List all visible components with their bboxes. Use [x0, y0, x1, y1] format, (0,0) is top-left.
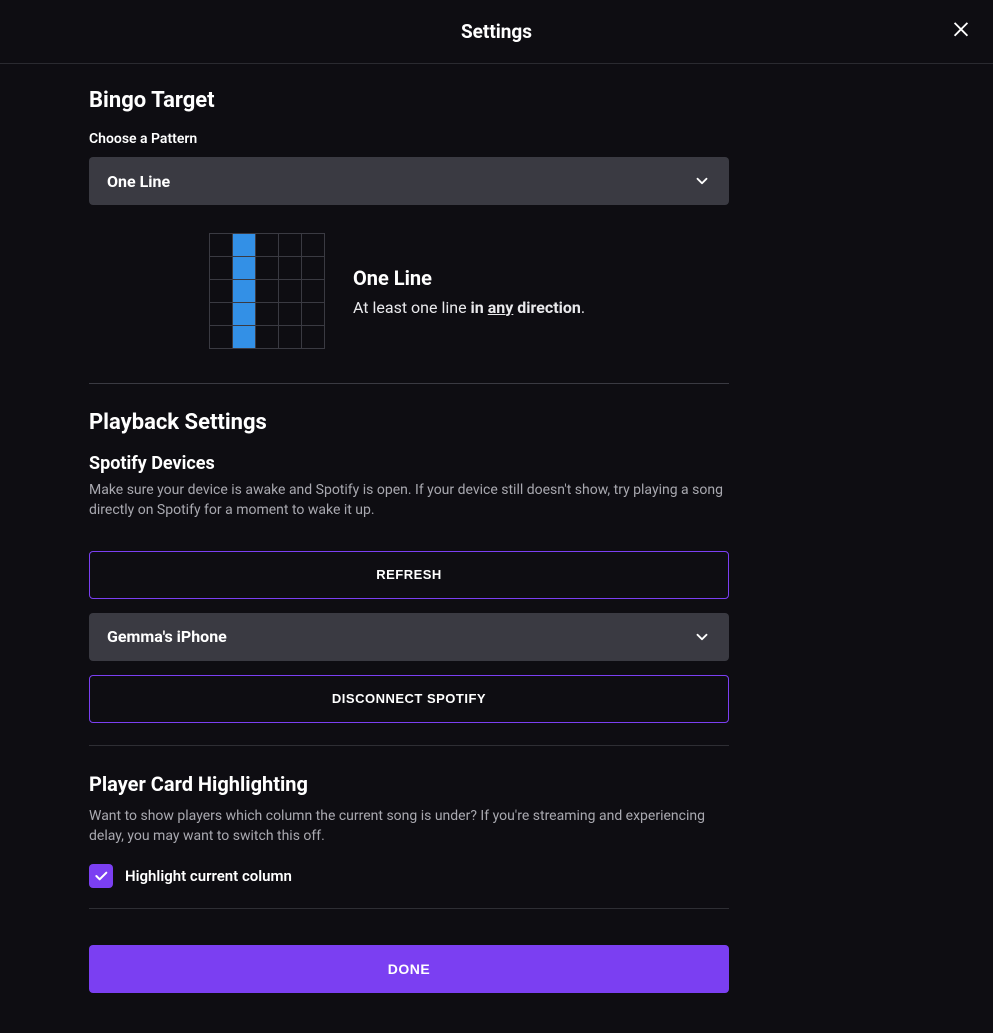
- pattern-cell: [210, 234, 232, 256]
- close-icon: [950, 17, 972, 39]
- spotify-devices-title: Spotify Devices: [89, 453, 729, 474]
- pattern-cell: [256, 326, 278, 348]
- highlight-checkbox-label: Highlight current column: [125, 867, 292, 885]
- modal-content: Bingo Target Choose a Pattern One Line O…: [0, 64, 993, 1033]
- pattern-cell: [279, 303, 301, 325]
- pattern-select[interactable]: One Line: [89, 157, 729, 205]
- pattern-select-value: One Line: [107, 172, 170, 191]
- pattern-cell: [279, 326, 301, 348]
- pattern-cell: [302, 234, 324, 256]
- pattern-preview-row: One Line At least one line in any direct…: [209, 233, 729, 349]
- pattern-cell: [279, 280, 301, 302]
- pattern-cell: [233, 257, 255, 279]
- pattern-cell: [302, 326, 324, 348]
- pattern-description: At least one line in any direction.: [353, 298, 585, 317]
- playback-settings-title: Playback Settings: [89, 410, 729, 435]
- pattern-cell: [256, 303, 278, 325]
- pattern-text: One Line At least one line in any direct…: [353, 266, 585, 317]
- divider: [89, 383, 729, 384]
- pattern-cell: [279, 257, 301, 279]
- pattern-cell: [256, 257, 278, 279]
- pattern-cell: [210, 257, 232, 279]
- player-card-highlighting-desc: Want to show players which column the cu…: [89, 806, 729, 847]
- pattern-cell: [302, 280, 324, 302]
- player-card-highlighting-title: Player Card Highlighting: [89, 772, 729, 796]
- chevron-down-icon: [693, 628, 711, 646]
- spotify-devices-help: Make sure your device is awake and Spoti…: [89, 480, 729, 521]
- pattern-label: Choose a Pattern: [89, 131, 729, 147]
- pattern-cell: [233, 234, 255, 256]
- device-select[interactable]: Gemma's iPhone: [89, 613, 729, 661]
- pattern-cell: [302, 257, 324, 279]
- pattern-grid: [209, 233, 325, 349]
- device-select-value: Gemma's iPhone: [107, 627, 227, 646]
- pattern-cell: [233, 280, 255, 302]
- pattern-cell: [256, 234, 278, 256]
- modal-title: Settings: [461, 20, 532, 43]
- pattern-cell: [302, 303, 324, 325]
- highlight-checkbox-row: Highlight current column: [89, 864, 729, 888]
- bingo-target-title: Bingo Target: [89, 88, 729, 113]
- refresh-button[interactable]: REFRESH: [89, 551, 729, 599]
- pattern-cell: [210, 326, 232, 348]
- divider: [89, 908, 729, 909]
- done-button[interactable]: DONE: [89, 945, 729, 993]
- divider: [89, 745, 729, 746]
- chevron-down-icon: [693, 172, 711, 190]
- pattern-cell: [233, 303, 255, 325]
- check-icon: [93, 868, 109, 884]
- disconnect-spotify-button[interactable]: DISCONNECT SPOTIFY: [89, 675, 729, 723]
- pattern-cell: [256, 280, 278, 302]
- pattern-cell: [210, 280, 232, 302]
- highlight-checkbox[interactable]: [89, 864, 113, 888]
- pattern-cell: [210, 303, 232, 325]
- pattern-cell: [233, 326, 255, 348]
- pattern-name: One Line: [353, 266, 585, 290]
- close-button[interactable]: [947, 14, 975, 42]
- modal-header: Settings: [0, 0, 993, 64]
- pattern-cell: [279, 234, 301, 256]
